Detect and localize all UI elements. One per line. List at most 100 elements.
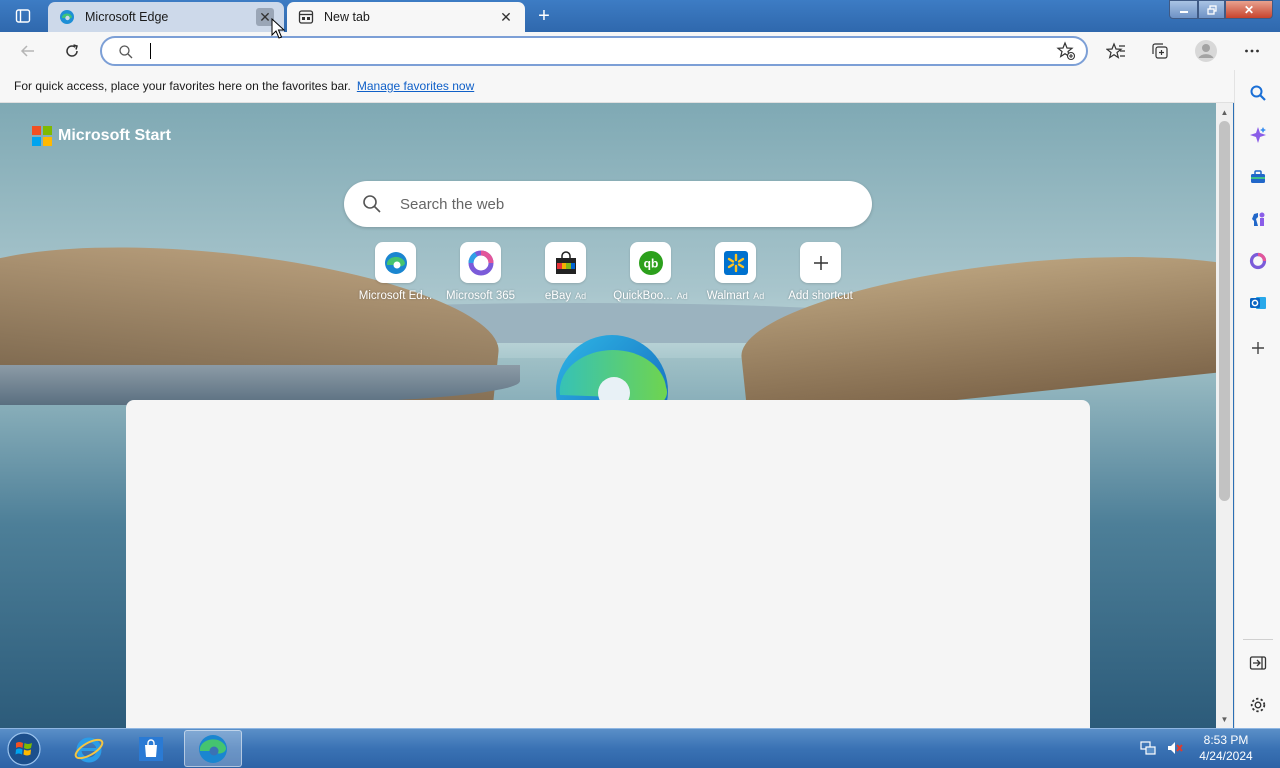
minimize-button[interactable] [1169, 0, 1198, 19]
sidebar-games-button[interactable] [1246, 207, 1270, 231]
add-favorite-button[interactable] [1056, 41, 1076, 64]
newtab-page-icon [297, 8, 315, 26]
taskbar-internet-explorer[interactable] [60, 730, 118, 767]
tab-microsoft-edge[interactable]: Microsoft Edge ✕ [48, 2, 284, 32]
shortcut-ebay[interactable]: eBay Ad [523, 242, 608, 306]
shortcut-label: Microsoft Ed... [358, 290, 433, 302]
windows-start-icon [7, 732, 41, 766]
minimize-icon [1179, 10, 1188, 13]
scrollbar-thumb[interactable] [1219, 121, 1230, 501]
edge-icon [199, 734, 227, 763]
shortcut-tile[interactable] [715, 242, 756, 283]
back-button[interactable] [14, 37, 42, 65]
sidebar-settings-button[interactable] [1246, 693, 1270, 717]
hide-sidebar-button[interactable] [1246, 651, 1270, 675]
walmart-icon [723, 250, 748, 275]
network-icon[interactable] [1140, 740, 1158, 759]
manage-favorites-link[interactable]: Manage favorites now [357, 79, 474, 93]
sidebar-divider [1243, 639, 1273, 640]
shortcut-label: Add shortcut [788, 290, 853, 302]
m365-icon [1249, 252, 1267, 270]
favorites-bar-message: For quick access, place your favorites h… [14, 79, 351, 93]
search-icon [1250, 85, 1266, 101]
add-shortcut-button[interactable] [800, 242, 841, 283]
news-feed-panel [126, 400, 1090, 728]
shortcut-add[interactable]: Add shortcut [778, 242, 863, 306]
ad-badge: Ad [753, 291, 765, 301]
web-search-box[interactable] [344, 181, 872, 227]
shortcut-microsoft-edge[interactable]: Microsoft Ed... [353, 242, 438, 306]
collections-icon [1152, 43, 1168, 59]
shortcut-label: Microsoft 365 [445, 290, 516, 302]
tab-actions-icon [15, 9, 31, 23]
microsoft-logo-icon [32, 126, 52, 146]
shortcut-label: eBay Ad [544, 290, 587, 302]
address-bar[interactable] [100, 36, 1088, 66]
search-icon [362, 194, 382, 217]
restore-button[interactable] [1198, 0, 1225, 19]
settings-more-button[interactable] [1238, 37, 1266, 65]
favorites-bar: For quick access, place your favorites h… [0, 70, 1234, 103]
quick-links: Microsoft Ed... Microsoft 365 eBay Ad qb … [353, 242, 863, 306]
taskbar-store[interactable] [122, 730, 180, 767]
new-tab-page: Microsoft Start Microsoft Ed... Microsof… [0, 103, 1216, 728]
close-window-button[interactable]: ✕ [1225, 0, 1273, 19]
web-search-input[interactable] [400, 193, 840, 215]
shortcut-tile[interactable]: qb [630, 242, 671, 283]
edge-icon [384, 251, 407, 274]
plus-icon [813, 255, 828, 270]
shortcut-tile[interactable] [460, 242, 501, 283]
page-scrollbar[interactable]: ▲ ▼ [1216, 103, 1233, 728]
restore-icon [1206, 4, 1217, 15]
sidebar-m365-button[interactable] [1246, 249, 1270, 273]
plus-icon: + [538, 4, 550, 27]
scroll-up-arrow-icon[interactable]: ▲ [1216, 105, 1233, 119]
favorites-button[interactable] [1102, 37, 1130, 65]
edge-icon [58, 8, 76, 26]
sidebar-search-button[interactable] [1246, 81, 1270, 105]
tab-new-tab[interactable]: New tab ✕ [287, 2, 525, 32]
shortcut-tile[interactable] [545, 242, 586, 283]
shortcut-microsoft-365[interactable]: Microsoft 365 [438, 242, 523, 306]
internet-explorer-icon [74, 737, 104, 762]
title-bar: Microsoft Edge ✕ New tab ✕ + ✕ [0, 0, 1280, 32]
mouse-cursor-icon [271, 18, 285, 39]
tools-icon [1251, 170, 1265, 183]
taskbar-clock[interactable]: 8:53 PM 4/24/2024 [1196, 732, 1256, 764]
sidebar-tools-button[interactable] [1246, 165, 1270, 189]
more-icon [1245, 49, 1259, 53]
svg-text:qb: qb [643, 256, 658, 270]
shortcut-quickbooks[interactable]: qb QuickBoo... Ad [608, 242, 693, 306]
quickbooks-icon: qb [638, 250, 663, 275]
close-tab-button[interactable]: ✕ [497, 8, 515, 26]
ebay-bag-icon [555, 250, 576, 274]
copilot-icon [1250, 127, 1266, 143]
ad-badge: Ad [676, 291, 688, 301]
sidebar-add-button[interactable] [1246, 336, 1270, 360]
search-icon [118, 44, 134, 63]
taskbar-edge[interactable] [184, 730, 242, 767]
system-tray [1140, 735, 1184, 763]
games-icon [1252, 212, 1265, 226]
sidebar-copilot-button[interactable] [1246, 123, 1270, 147]
start-button[interactable] [4, 730, 44, 768]
shortcut-tile[interactable] [375, 242, 416, 283]
volume-muted-icon[interactable] [1166, 740, 1184, 759]
shortcut-label: QuickBoo... Ad [613, 290, 688, 302]
tab-actions-button[interactable] [8, 5, 38, 27]
collections-button[interactable] [1146, 37, 1174, 65]
sidebar-outlook-button[interactable] [1246, 291, 1270, 315]
ad-badge: Ad [575, 291, 587, 301]
shortcut-walmart[interactable]: Walmart Ad [693, 242, 778, 306]
refresh-button[interactable] [58, 37, 86, 65]
hide-sidebar-icon [1249, 656, 1267, 670]
profile-button[interactable] [1192, 37, 1220, 65]
scroll-down-arrow-icon[interactable]: ▼ [1216, 712, 1233, 726]
refresh-icon [66, 44, 78, 57]
new-tab-button[interactable]: + [532, 5, 556, 27]
clock-date: 4/24/2024 [1199, 749, 1253, 763]
address-input[interactable] [152, 41, 1032, 61]
star-add-icon [1056, 41, 1076, 61]
close-icon: ✕ [1243, 2, 1255, 17]
microsoft-start-logo[interactable]: Microsoft Start [32, 126, 171, 146]
